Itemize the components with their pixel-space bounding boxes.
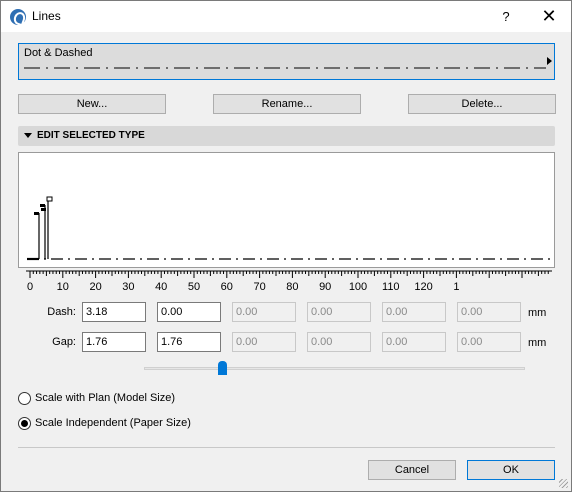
scale-with-plan-option[interactable]: Scale with Plan (Model Size) [18, 391, 218, 407]
dash-unit: mm [528, 307, 547, 319]
scale-independent-option[interactable]: Scale Independent (Paper Size) [18, 416, 218, 432]
resize-grip-icon[interactable] [559, 479, 568, 488]
delete-button[interactable]: Delete... [408, 94, 556, 114]
scale-with-plan-radio[interactable] [18, 392, 31, 405]
ruler-label: 50 [188, 281, 200, 293]
dash-field-3 [232, 302, 296, 322]
dash-field-6 [457, 302, 521, 322]
mm-ruler: 0 10 20 30 40 50 60 70 80 90 100 110 120 1 [18, 269, 555, 295]
gap-field-4 [307, 332, 371, 352]
line-type-selector[interactable]: Dot & Dashed [18, 43, 555, 80]
ruler-label: 0 [27, 281, 33, 293]
gap-label: Gap: [52, 336, 76, 348]
ruler-label: 30 [122, 281, 134, 293]
new-button[interactable]: New... [18, 94, 166, 114]
gap-field-2[interactable] [157, 332, 221, 352]
title-bar[interactable]: Lines ? ✕ [1, 1, 571, 32]
pattern-slider-track[interactable] [144, 367, 525, 370]
line-type-preview [24, 67, 546, 69]
dash-field-5 [382, 302, 446, 322]
app-icon [10, 9, 26, 25]
ok-button[interactable]: OK [467, 460, 555, 480]
rename-button[interactable]: Rename... [213, 94, 361, 114]
footer-separator [18, 447, 555, 448]
pattern-handles [34, 196, 53, 259]
scale-with-plan-label: Scale with Plan (Model Size) [35, 392, 176, 404]
ruler-label: 80 [286, 281, 298, 293]
help-button[interactable]: ? [491, 1, 521, 32]
gap-field-5 [382, 332, 446, 352]
edit-selected-type-header[interactable]: EDIT SELECTED TYPE [18, 126, 555, 146]
scale-independent-radio[interactable] [18, 417, 31, 430]
cancel-button[interactable]: Cancel [368, 460, 456, 480]
line-pattern-editor[interactable] [18, 152, 555, 268]
lines-dialog: Lines ? ✕ Dot & Dashed New... Rename... … [0, 0, 572, 492]
gap-field-1[interactable] [82, 332, 146, 352]
ruler-label: 40 [155, 281, 167, 293]
ruler-label: 10 [57, 281, 69, 293]
dash-label: Dash: [47, 306, 76, 318]
pattern-slider-thumb[interactable] [218, 361, 227, 375]
ruler-label: 1 [453, 281, 459, 293]
ruler-label: 120 [414, 281, 432, 293]
ruler-ticks: 0 10 20 30 40 50 60 70 80 90 100 110 120 1 [26, 270, 552, 293]
gap-field-6 [457, 332, 521, 352]
dash-field-4 [307, 302, 371, 322]
dash-field-2[interactable] [157, 302, 221, 322]
dash-field-1[interactable] [82, 302, 146, 322]
collapse-triangle-icon [24, 133, 32, 138]
dialog-title: Lines [32, 9, 61, 23]
scale-independent-label: Scale Independent (Paper Size) [35, 417, 191, 429]
close-icon[interactable]: ✕ [531, 1, 567, 32]
ruler-label: 60 [221, 281, 233, 293]
gap-unit: mm [528, 337, 547, 349]
ruler-label: 90 [319, 281, 331, 293]
ruler-label: 100 [349, 281, 367, 293]
expand-arrow-icon[interactable] [547, 57, 552, 65]
ruler-label: 70 [253, 281, 265, 293]
pattern-canvas [27, 196, 551, 261]
ruler-label: 20 [89, 281, 101, 293]
ruler-label: 110 [382, 281, 400, 293]
section-title: EDIT SELECTED TYPE [37, 130, 145, 141]
line-type-name: Dot & Dashed [24, 47, 93, 59]
gap-field-3 [232, 332, 296, 352]
